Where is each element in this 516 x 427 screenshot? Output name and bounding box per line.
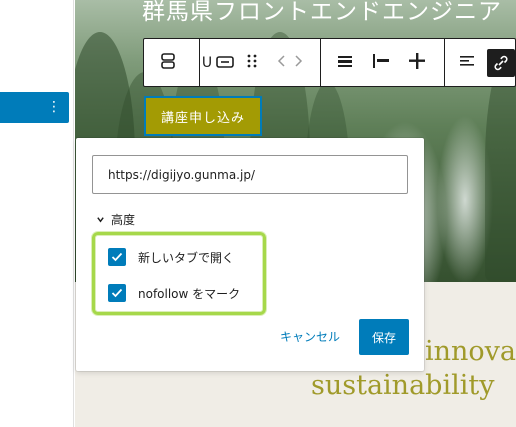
unlink-icon — [487, 48, 515, 77]
link-settings-popover: https://digijyo.gunma.jp/ 高度 新しいタブで開く no… — [76, 138, 424, 371]
new-tab-checkbox[interactable] — [108, 248, 126, 266]
hidden-text-fragment: U — [201, 54, 213, 71]
cancel-button[interactable]: キャンセル — [280, 328, 340, 345]
url-input[interactable]: https://digijyo.gunma.jp/ — [92, 155, 408, 194]
body-text-line-2: sustainability — [311, 370, 495, 401]
nofollow-option[interactable]: nofollow をマーク — [108, 284, 240, 302]
block-toolbar: U — [143, 38, 516, 87]
body-text-line-1: innova — [425, 336, 516, 367]
justify-button[interactable] — [328, 39, 362, 86]
text-align-icon — [459, 53, 475, 72]
chevron-down-icon — [96, 213, 105, 227]
save-button[interactable]: 保存 — [359, 319, 409, 355]
text-align-button[interactable] — [450, 39, 484, 86]
unlink-button[interactable] — [487, 39, 515, 86]
nofollow-label: nofollow をマーク — [138, 286, 241, 301]
new-tab-label: 新しいタブで開く — [138, 250, 235, 265]
cta-button-block[interactable]: 講座申し込み — [144, 96, 262, 136]
nofollow-checkbox[interactable] — [108, 284, 126, 302]
block-type-icon — [159, 52, 177, 74]
open-new-tab-option[interactable]: 新しいタブで開く — [108, 248, 234, 266]
annotation-highlight — [92, 232, 266, 315]
block-type-button[interactable] — [144, 39, 191, 86]
editor-sidebar: ⋮ — [0, 0, 74, 427]
add-button[interactable] — [400, 39, 434, 86]
sidebar-selected-item[interactable]: ⋮ — [0, 92, 69, 123]
justify-icon — [337, 53, 353, 73]
move-buttons[interactable] — [268, 39, 312, 86]
align-left-button[interactable] — [364, 39, 398, 86]
move-arrows-icon — [277, 53, 303, 72]
button-icon — [216, 53, 234, 72]
hero-title: 群馬県フロントエンドエンジニア — [142, 0, 502, 25]
add-icon — [408, 52, 426, 74]
drag-handle-icon — [247, 53, 257, 72]
advanced-toggle[interactable]: 高度 — [96, 211, 135, 228]
drag-handle[interactable] — [242, 39, 262, 86]
more-options-icon[interactable]: ⋮ — [47, 97, 61, 117]
advanced-label: 高度 — [111, 213, 136, 227]
button-block-icon-wrap[interactable] — [212, 39, 238, 86]
align-icon — [372, 53, 390, 73]
